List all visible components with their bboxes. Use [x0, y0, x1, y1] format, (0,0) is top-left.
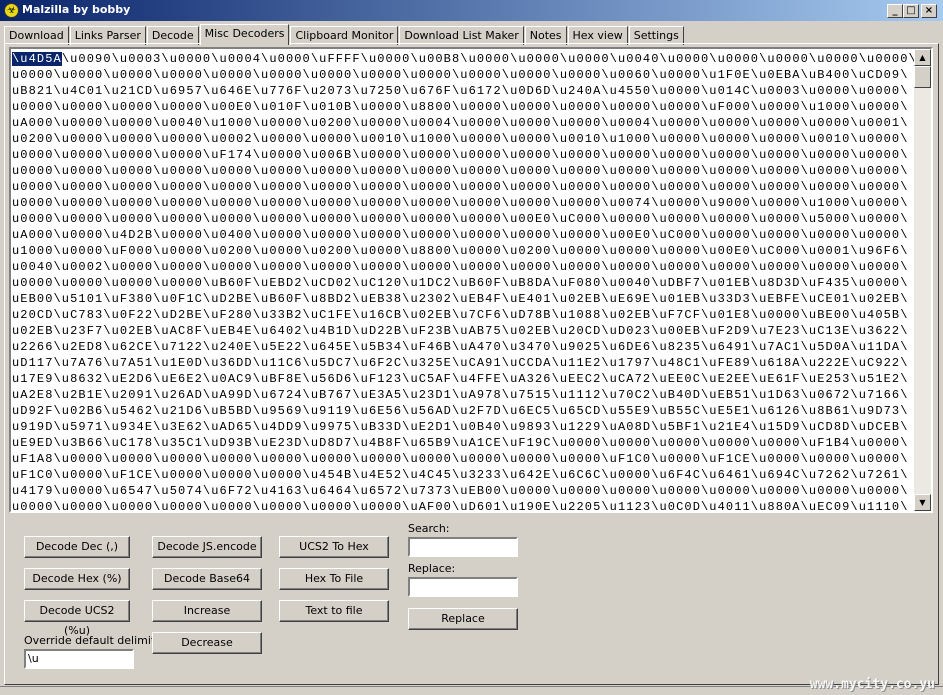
editor-content[interactable]: \u4D5A\u0090\u0003\u0000\u0004\u0000\uFF… — [12, 51, 917, 513]
editor-line: u2266\u2ED8\u62CE\u7122\u240E\u5E22\u645… — [12, 340, 909, 354]
editor-line: u0000\u0000\u0000\u0000\u0000\u0000\u000… — [12, 196, 909, 210]
decode-hex-button[interactable]: Decode Hex (%) — [24, 568, 130, 590]
editor-line: u919D\u5971\u934E\u3E62\uAD65\u4DD9\u997… — [12, 420, 909, 434]
maximize-button[interactable]: □ — [903, 4, 919, 18]
tab-misc-decoders[interactable]: Misc Decoders — [200, 24, 290, 45]
selected-text: \u4D5A — [12, 52, 62, 66]
close-button[interactable]: × — [921, 4, 937, 18]
replace-input[interactable] — [408, 577, 518, 597]
editor-line: uE9ED\u3B66\uC178\u35C1\uD93B\uE23D\uD8D… — [12, 436, 909, 450]
decode-base64-button[interactable]: Decode Base64 — [152, 568, 262, 590]
search-label: Search: — [408, 522, 450, 535]
biohazard-icon: ☣ — [4, 3, 19, 18]
title-bar: ☣ Malzilla by bobby _ □ × — [0, 0, 943, 21]
editor-line: u0000\u0000\u0000\u0000\u0000\u0000\u000… — [12, 68, 909, 82]
editor-line: u0000\u0000\u0000\u0000\uB60F\uEBD2\uCD0… — [12, 276, 909, 290]
delimiter-label: Override default delimiter — [24, 634, 167, 647]
editor-line: u0040\u0002\u0000\u0000\u0000\u0000\u000… — [12, 260, 909, 274]
scroll-thumb[interactable] — [914, 66, 931, 88]
editor-line: u0200\u0000\u0000\u0000\u0002\u0000\u000… — [12, 132, 909, 146]
editor-line: uD92F\u02B6\u5462\u21D6\uB5BD\u9569\u911… — [12, 404, 909, 418]
replace-button[interactable]: Replace — [408, 608, 518, 630]
tab-bar: Download Links Parser Decode Misc Decode… — [4, 24, 685, 44]
editor-line: u0000\u0000\u0000\u0000\u0000\u0000\u000… — [12, 164, 909, 178]
editor-line: u4179\u0000\u6547\u5074\u6F72\u4163\u646… — [12, 484, 909, 498]
editor-line: uA000\u0000\u4D2B\u0000\u0400\u0000\u000… — [12, 228, 909, 242]
editor-line: uF1A8\u0000\u0000\u0000\u0000\u0000\u000… — [12, 452, 909, 466]
editor-line: u1000\u0000\uF000\u0000\u0200\u0000\u020… — [12, 244, 909, 258]
minimize-button[interactable]: _ — [887, 4, 903, 18]
editor-line: u0000\u0000\u0000\u0000\u0000\u0000\u000… — [12, 500, 909, 513]
delimiter-input[interactable]: \u — [24, 649, 134, 669]
ucs2-to-hex-button[interactable]: UCS2 To Hex — [279, 536, 389, 558]
text-editor[interactable]: \u4D5A\u0090\u0003\u0000\u0004\u0000\uFF… — [9, 47, 933, 513]
editor-line: u0000\u0000\u0000\u0000\uF174\u0000\u006… — [12, 148, 909, 162]
decode-dec-button[interactable]: Decode Dec (,) — [24, 536, 130, 558]
editor-line: u0000\u0000\u0000\u0000\u0000\u0000\u000… — [12, 180, 909, 194]
search-input[interactable] — [408, 537, 518, 557]
decode-ucs2-button[interactable]: Decode UCS2 (%u) — [24, 600, 130, 622]
editor-line: u17E9\u8632\uE2D6\uE6E2\u0AC9\uBF8E\u56D… — [12, 372, 909, 386]
window-title: Malzilla by bobby — [22, 3, 130, 16]
decode-js-encode-button[interactable]: Decode JS.encode — [152, 536, 262, 558]
editor-line: u02EB\u23F7\u02EB\uAC8F\uEB4E\u6402\u4B1… — [12, 324, 909, 338]
editor-line: uEB00\u5101\uF380\u0F1C\uD2BE\uB60F\u8BD… — [12, 292, 909, 306]
replace-label: Replace: — [408, 562, 455, 575]
hex-to-file-button[interactable]: Hex To File — [279, 568, 389, 590]
watermark: www.mycity.co.yu — [810, 677, 935, 692]
editor-line: u0000\u0000\u0000\u0000\u00E0\u010F\u010… — [12, 100, 909, 114]
editor-line: uD117\u7A76\u7A51\u1E0D\u36DD\u11C6\u5DC… — [12, 356, 909, 370]
vertical-scrollbar[interactable]: ▲ ▼ — [914, 49, 931, 511]
editor-line: uB821\u4C01\u21CD\u6957\u646E\u776F\u207… — [12, 84, 909, 98]
scroll-up-icon[interactable]: ▲ — [914, 49, 931, 66]
editor-line: uA000\u0000\u0000\u0040\u1000\u0000\u020… — [12, 116, 909, 130]
editor-line: u20CD\uC783\u0F22\uD2BE\uF280\u33B2\uC1F… — [12, 308, 909, 322]
editor-line: \u0090\u0003\u0000\u0004\u0000\uFFFF\u00… — [62, 52, 917, 66]
editor-line: uA2E8\u2B1E\u2091\u26AD\uA99D\u6724\uB76… — [12, 388, 909, 402]
increase-button[interactable]: Increase — [152, 600, 262, 622]
scroll-down-icon[interactable]: ▼ — [914, 494, 931, 511]
decrease-button[interactable]: Decrease — [152, 632, 262, 654]
editor-line: u0000\u0000\u0000\u0000\u0000\u0000\u000… — [12, 212, 909, 226]
text-to-file-button[interactable]: Text to file — [279, 600, 389, 622]
editor-line: uF1C0\u0000\uF1CE\u0000\u0000\u0000\u454… — [12, 468, 909, 482]
